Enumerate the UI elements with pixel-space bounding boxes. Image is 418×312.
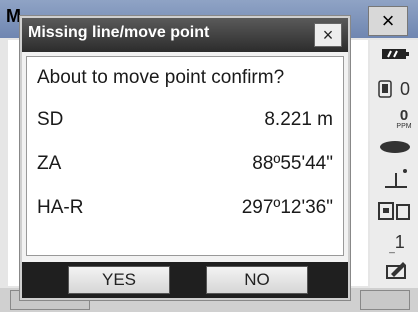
instrument-icon[interactable]	[376, 198, 414, 224]
memory-count: 0	[399, 78, 410, 99]
confirm-dialog: Missing line/move point × About to move …	[20, 16, 350, 300]
dialog-titlebar: Missing line/move point ×	[22, 18, 348, 52]
background-close-button[interactable]: ×	[368, 6, 408, 36]
close-icon: ×	[322, 24, 334, 45]
input-mode-value: 1	[394, 231, 405, 252]
confirm-prompt: About to move point confirm?	[37, 67, 285, 88]
tilt-icon[interactable]	[378, 164, 414, 192]
dialog-close-button[interactable]: ×	[314, 23, 342, 47]
background-title: M	[6, 6, 21, 26]
pen-icon[interactable]	[382, 258, 412, 282]
ppm-icon[interactable]: 0 PPM	[392, 106, 416, 134]
har-label: HA-R	[37, 197, 84, 218]
no-button[interactable]: NO	[206, 266, 308, 294]
yes-button[interactable]: YES	[68, 266, 170, 294]
target-prism-icon[interactable]	[376, 138, 414, 156]
dialog-title: Missing line/move point	[28, 24, 210, 41]
dialog-button-bar: YES NO	[22, 262, 348, 298]
input-mode-icon[interactable]: _ 1	[382, 230, 412, 255]
memory-card-icon[interactable]: 0	[374, 78, 414, 100]
har-value: 297º12'36"	[241, 197, 333, 218]
close-icon: ×	[381, 8, 395, 33]
background-softkey-2[interactable]	[360, 290, 410, 310]
status-side-panel: 0 0 PPM _ 1	[370, 40, 418, 288]
dialog-body: About to move point confirm? SD 8.221 m …	[26, 56, 344, 256]
sd-label: SD	[37, 109, 64, 130]
ppm-value: 0	[399, 107, 409, 124]
ppm-label: PPM	[396, 123, 412, 130]
za-value: 88º55'44"	[252, 153, 333, 174]
sd-value: 8.221 m	[264, 109, 333, 130]
za-label: ZA	[37, 153, 62, 174]
battery-icon[interactable]	[378, 44, 412, 64]
